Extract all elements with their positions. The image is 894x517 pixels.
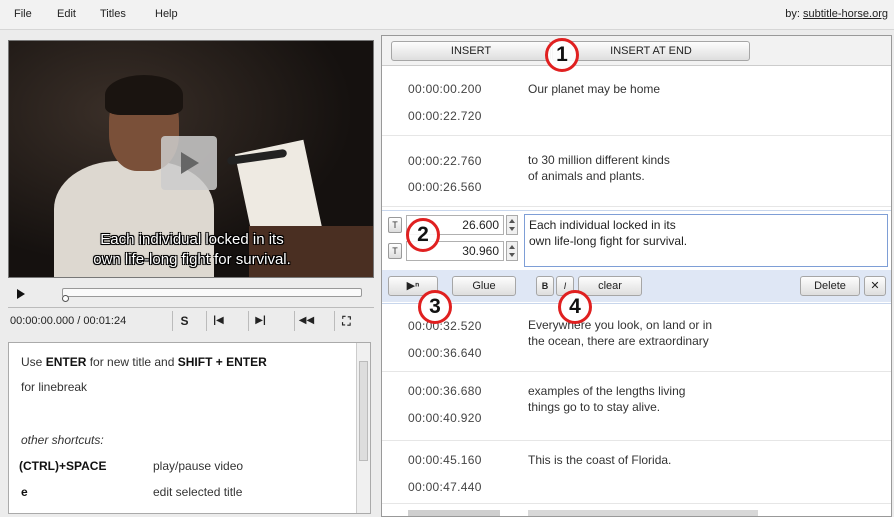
play-icon[interactable] [12,285,30,303]
partial-time [408,510,500,516]
scroll-thumb[interactable] [359,361,368,461]
insert-toolbar: INSERT INSERT AT END [382,36,891,66]
subtitle-text-line2: the ocean, there are extraordinary [528,334,709,348]
video-person-hair [105,75,183,115]
subtitle-text-line1: Our planet may be home [528,82,661,96]
menu-titles[interactable]: Titles [100,8,126,20]
seek-bar[interactable] [62,288,362,297]
subtitle-text-line1: Everywhere you look, on land or in [528,318,713,332]
menu-edit[interactable]: Edit [57,8,76,20]
start-time-spinner[interactable] [506,215,518,235]
partial-text [528,510,758,516]
shortcut-desc-1: play/pause video [153,459,244,473]
menu-file[interactable]: File [14,8,32,20]
subtitle-row[interactable]: 00:00:45.160 00:00:47.440 This is the co… [382,442,891,504]
seek-row [8,283,374,305]
menu-bar: File Edit Titles Help by: subtitle-horse… [0,0,894,30]
end-time: 00:00:22.720 [408,109,482,123]
help-panel: Use ENTER for new title and SHIFT + ENTE… [8,342,371,514]
fullscreen-icon[interactable]: ⛶ [334,311,358,331]
annotation-marker-1: 1 [545,38,579,72]
subtitle-list-panel: INSERT INSERT AT END 00:00:00.200 00:00:… [381,35,892,517]
end-time: 00:00:26.560 [408,180,482,194]
credit: by: subtitle-horse.org [785,8,888,20]
timecode: 00:00:00.000 / 00:01:24 [10,315,127,327]
help-other-shortcuts: other shortcuts: [21,433,104,447]
credit-prefix: by: [785,8,800,20]
player-controls: 00:00:00.000 / 00:01:24 S |◀ ▶| ◀◀ ⛶ [8,307,374,333]
subtitle-text-line2: of animals and plants. [528,169,645,183]
help-text: Use [21,355,46,369]
shortcut-key-2: e [21,485,28,499]
video-player[interactable]: Each individual locked in its own life-l… [8,40,374,278]
end-time: 00:00:40.920 [408,411,482,425]
video-subtitle-line1: Each individual locked in its [100,231,284,248]
subtitle-row[interactable]: 00:00:32.520 00:00:36.640 Everywhere you… [382,306,891,372]
subtitle-text-editor[interactable]: Each individual locked in its own life-l… [524,214,888,267]
subtitle-text-line1: examples of the lengths living [528,384,686,398]
editor-line1: Each individual locked in its [529,218,676,232]
help-scrollbar[interactable] [356,343,370,513]
subtitle-row-partial [382,508,891,516]
rewind-icon[interactable]: ◀◀ [294,311,318,331]
start-time: 00:00:45.160 [408,453,482,467]
help-key-shift-enter: SHIFT + ENTER [177,355,267,369]
bold-button[interactable]: B [536,276,554,296]
menu-help[interactable]: Help [155,8,178,20]
help-text: for new title and [86,355,178,369]
insert-button[interactable]: INSERT [391,41,551,61]
video-subtitle-line2: own life-long fight for survival. [93,251,291,268]
subtitle-row[interactable]: 00:00:36.680 00:00:40.920 examples of th… [382,373,891,441]
glue-button[interactable]: Glue [452,276,516,296]
subtitle-text-line2: things go to to stay alive. [528,400,661,414]
clear-button[interactable]: clear [578,276,642,296]
help-key-enter: ENTER [45,355,87,369]
help-line2: for linebreak [21,380,88,394]
edit-toolbar: ▶ⁿ Glue B I clear Delete ✕ [382,270,891,302]
editor-line2: own life-long fight for survival. [529,234,688,248]
start-time: 00:00:32.520 [408,319,482,333]
start-time: 00:00:00.200 [408,82,482,96]
prev-title-icon[interactable]: |◀ [206,311,230,331]
subtitle-text-line1: This is the coast of Florida. [528,453,672,467]
start-time: 00:00:22.760 [408,154,482,168]
annotation-marker-4: 4 [558,290,592,324]
seek-handle[interactable] [62,295,69,302]
editing-row: T 26.600 T 30.960 Each individual locked… [382,210,891,304]
big-play-icon[interactable] [161,136,217,190]
subtitle-row[interactable]: 00:00:00.200 00:00:22.720 Our planet may… [382,68,891,136]
set-end-button[interactable]: T [388,243,402,259]
close-edit-icon[interactable]: ✕ [864,276,886,296]
insert-at-end-button[interactable]: INSERT AT END [552,41,750,61]
delete-button[interactable]: Delete [800,276,860,296]
set-start-button[interactable]: T [388,217,402,233]
next-title-icon[interactable]: ▶| [248,311,272,331]
annotation-marker-3: 3 [418,290,452,324]
annotation-marker-2: 2 [406,218,440,252]
help-line1: Use ENTER for new title and SHIFT + ENTE… [21,355,267,369]
start-time: 00:00:36.680 [408,384,482,398]
end-time-spinner[interactable] [506,241,518,261]
subtitle-text-line1: to 30 million different kinds [528,153,670,167]
shortcut-key-1: (CTRL)+SPACE [19,459,107,473]
end-time: 00:00:47.440 [408,480,482,494]
sync-button[interactable]: S [172,311,196,331]
shortcut-desc-2: edit selected title [153,485,243,499]
credit-link[interactable]: subtitle-horse.org [803,8,888,20]
subtitle-row[interactable]: 00:00:22.760 00:00:26.560 to 30 million … [382,137,891,207]
end-time: 00:00:36.640 [408,346,482,360]
